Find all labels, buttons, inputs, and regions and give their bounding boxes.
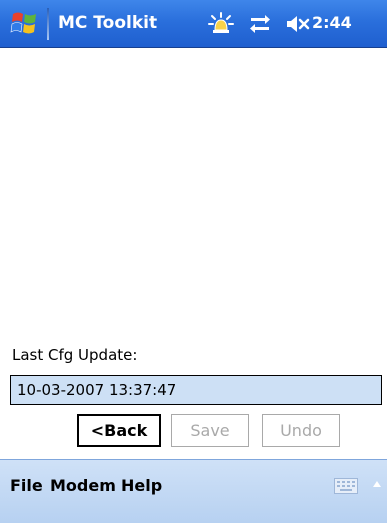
title-divider [47, 8, 49, 40]
app-title: MC Toolkit [58, 13, 158, 33]
back-button[interactable]: <Back [77, 414, 161, 447]
undo-button[interactable]: Undo [262, 414, 340, 447]
save-button[interactable]: Save [171, 414, 249, 447]
last-cfg-update-label: Last Cfg Update: [12, 346, 138, 364]
menu-modem[interactable]: Modem [50, 475, 116, 497]
windows-start-icon[interactable] [10, 8, 40, 38]
volume-muted-icon[interactable] [286, 14, 310, 34]
notification-icon[interactable] [207, 12, 235, 36]
clock[interactable]: 2:44 [312, 12, 352, 34]
keyboard-icon[interactable] [334, 478, 358, 494]
menu-help[interactable]: Help [121, 475, 162, 497]
title-bar: MC Toolkit 2:44 [0, 0, 387, 48]
chevron-up-icon[interactable] [372, 480, 382, 488]
connectivity-icon[interactable] [249, 13, 271, 35]
main-content: Last Cfg Update: 10-03-2007 13:37:47 <Ba… [0, 48, 387, 459]
last-cfg-update-field: 10-03-2007 13:37:47 [10, 375, 382, 405]
menu-file[interactable]: File [10, 475, 43, 497]
menu-bar: File Modem Help [0, 459, 387, 523]
